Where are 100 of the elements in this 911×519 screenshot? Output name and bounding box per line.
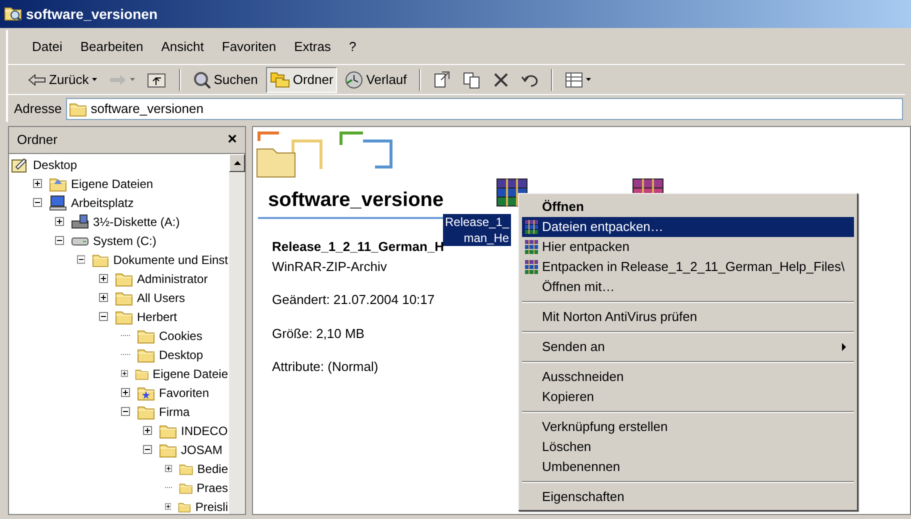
folder-icon (159, 442, 177, 458)
dropdown-caret-icon (92, 78, 97, 81)
expand-icon[interactable] (121, 369, 128, 378)
tree-item[interactable]: Desktop (32, 156, 78, 174)
folder-icon (159, 422, 177, 438)
tree-item[interactable]: Administrator (136, 270, 209, 288)
back-arrow-icon (28, 74, 46, 86)
file-detail: Geändert: 21.07.2004 10:17 (272, 291, 436, 309)
folder-icon (115, 290, 133, 306)
collapse-icon[interactable] (121, 407, 130, 416)
tree-item[interactable]: Eigene Dateie (152, 364, 229, 382)
views-icon (564, 72, 583, 88)
address-label: Adresse (14, 100, 62, 118)
tree-item[interactable]: System (C:) (92, 232, 158, 250)
file-label[interactable]: Release_1_ man_He (443, 214, 512, 246)
forward-arrow-icon (108, 74, 127, 86)
expand-icon[interactable] (143, 426, 152, 435)
tree-item[interactable]: Dokumente und Einst (112, 250, 229, 268)
file-name: Release_1_2_11_German_H (272, 238, 446, 256)
pane-title: Ordner (17, 131, 58, 150)
folder-icon (137, 328, 155, 344)
address-field[interactable]: software_versionen (66, 98, 903, 120)
expand-icon[interactable] (55, 217, 64, 226)
tree-item[interactable]: Preisli (194, 498, 229, 514)
search-button[interactable]: Suchen (188, 66, 262, 92)
tree-item[interactable]: Herbert (136, 308, 178, 326)
clock-icon (345, 70, 364, 88)
documents-folder-icon (49, 176, 67, 192)
menu-item[interactable]: ? (346, 37, 358, 57)
collapse-icon[interactable] (55, 236, 64, 245)
menu-item[interactable]: Ansicht (159, 37, 206, 57)
collapse-icon[interactable] (33, 198, 42, 207)
tree-item[interactable]: Favoriten (158, 384, 210, 402)
menu-item[interactable]: Ausschneiden (522, 367, 854, 387)
tree-item[interactable]: Arbeitsplatz (70, 194, 135, 212)
move-to-folder-icon (432, 70, 451, 88)
undo-icon (520, 72, 539, 86)
menu-item[interactable]: Dateien entpacken… (522, 217, 854, 237)
expand-icon[interactable] (99, 274, 108, 283)
scroll-up-button[interactable] (229, 154, 245, 172)
menu-item[interactable]: Eigenschaften (522, 487, 854, 507)
explorer-folder-icon (4, 5, 22, 23)
dropdown-caret-icon (586, 78, 591, 81)
menu-item[interactable]: Entpacken in Release_1_2_11_German_Help_Files\ (522, 257, 854, 277)
tree-item[interactable]: Bedie (196, 460, 229, 478)
expand-icon[interactable] (121, 388, 130, 397)
close-button[interactable]: × (228, 132, 237, 148)
book-stack-icon (524, 259, 540, 275)
folder-icon (115, 270, 133, 286)
collapse-icon[interactable] (99, 312, 108, 321)
tree-item[interactable]: Praes (196, 478, 229, 496)
copy-to-folder-icon (462, 70, 481, 88)
folder-icon (137, 404, 155, 420)
tree-item[interactable]: Eigene Dateien (70, 174, 154, 192)
menu-item[interactable]: Verknüpfung erstellen (522, 417, 854, 437)
folder-icon (115, 308, 133, 324)
folder-up-icon (146, 72, 167, 88)
menu-item[interactable]: Kopieren (522, 387, 854, 407)
menu-item[interactable]: Datei (30, 37, 64, 57)
expand-icon[interactable] (165, 502, 172, 511)
menu-item[interactable]: Öffnen (522, 197, 854, 217)
delete-icon (492, 72, 509, 88)
menu-item[interactable]: Löschen (522, 437, 854, 457)
tree-item[interactable]: Desktop (158, 346, 204, 364)
collapse-icon[interactable] (143, 445, 152, 454)
favorites-folder-icon (137, 384, 155, 400)
book-stack-icon (524, 219, 540, 235)
dropdown-caret-icon (130, 78, 135, 81)
file-type: WinRAR-ZIP-Archiv (272, 258, 388, 276)
tree-item[interactable]: All Users (136, 288, 186, 306)
back-button[interactable]: Zurück (24, 66, 101, 92)
file-detail: Größe: 2,10 MB (272, 324, 366, 342)
menu-item[interactable]: Senden an (522, 337, 854, 357)
floppy-drive-icon (71, 214, 89, 230)
submenu-arrow-icon (842, 343, 846, 351)
tree-item[interactable]: Cookies (158, 326, 204, 344)
expand-icon[interactable] (165, 464, 172, 473)
menu-item[interactable]: Bearbeiten (78, 37, 146, 57)
computer-icon (49, 194, 67, 210)
tree-item[interactable]: INDECO (180, 422, 229, 440)
tree-item[interactable]: Firma (158, 402, 191, 420)
up-arrow-icon (234, 161, 240, 165)
menu-item[interactable]: Umbenennen (522, 457, 854, 477)
folders-button[interactable]: Ordner (266, 66, 338, 92)
search-icon (192, 70, 211, 88)
menu-item[interactable]: Mit Norton AntiVirus prüfen (522, 307, 854, 327)
tree-item[interactable]: 3½-Diskette (A:) (92, 212, 181, 230)
menu-item[interactable]: Favoriten (220, 37, 278, 57)
tree-item[interactable]: JOSAM (180, 440, 224, 458)
scrollbar[interactable] (229, 154, 245, 514)
expand-icon[interactable] (33, 179, 42, 188)
folder-icon (137, 346, 155, 362)
folders-icon (270, 72, 290, 88)
menu-item[interactable]: Öffnen mit… (522, 277, 854, 297)
menu-item[interactable]: Extras (292, 37, 333, 57)
book-stack-icon (524, 239, 540, 255)
history-button[interactable]: Verlauf (341, 66, 411, 92)
collapse-icon[interactable] (77, 255, 86, 264)
menu-item[interactable]: Hier entpacken (522, 237, 854, 257)
expand-icon[interactable] (99, 293, 108, 302)
